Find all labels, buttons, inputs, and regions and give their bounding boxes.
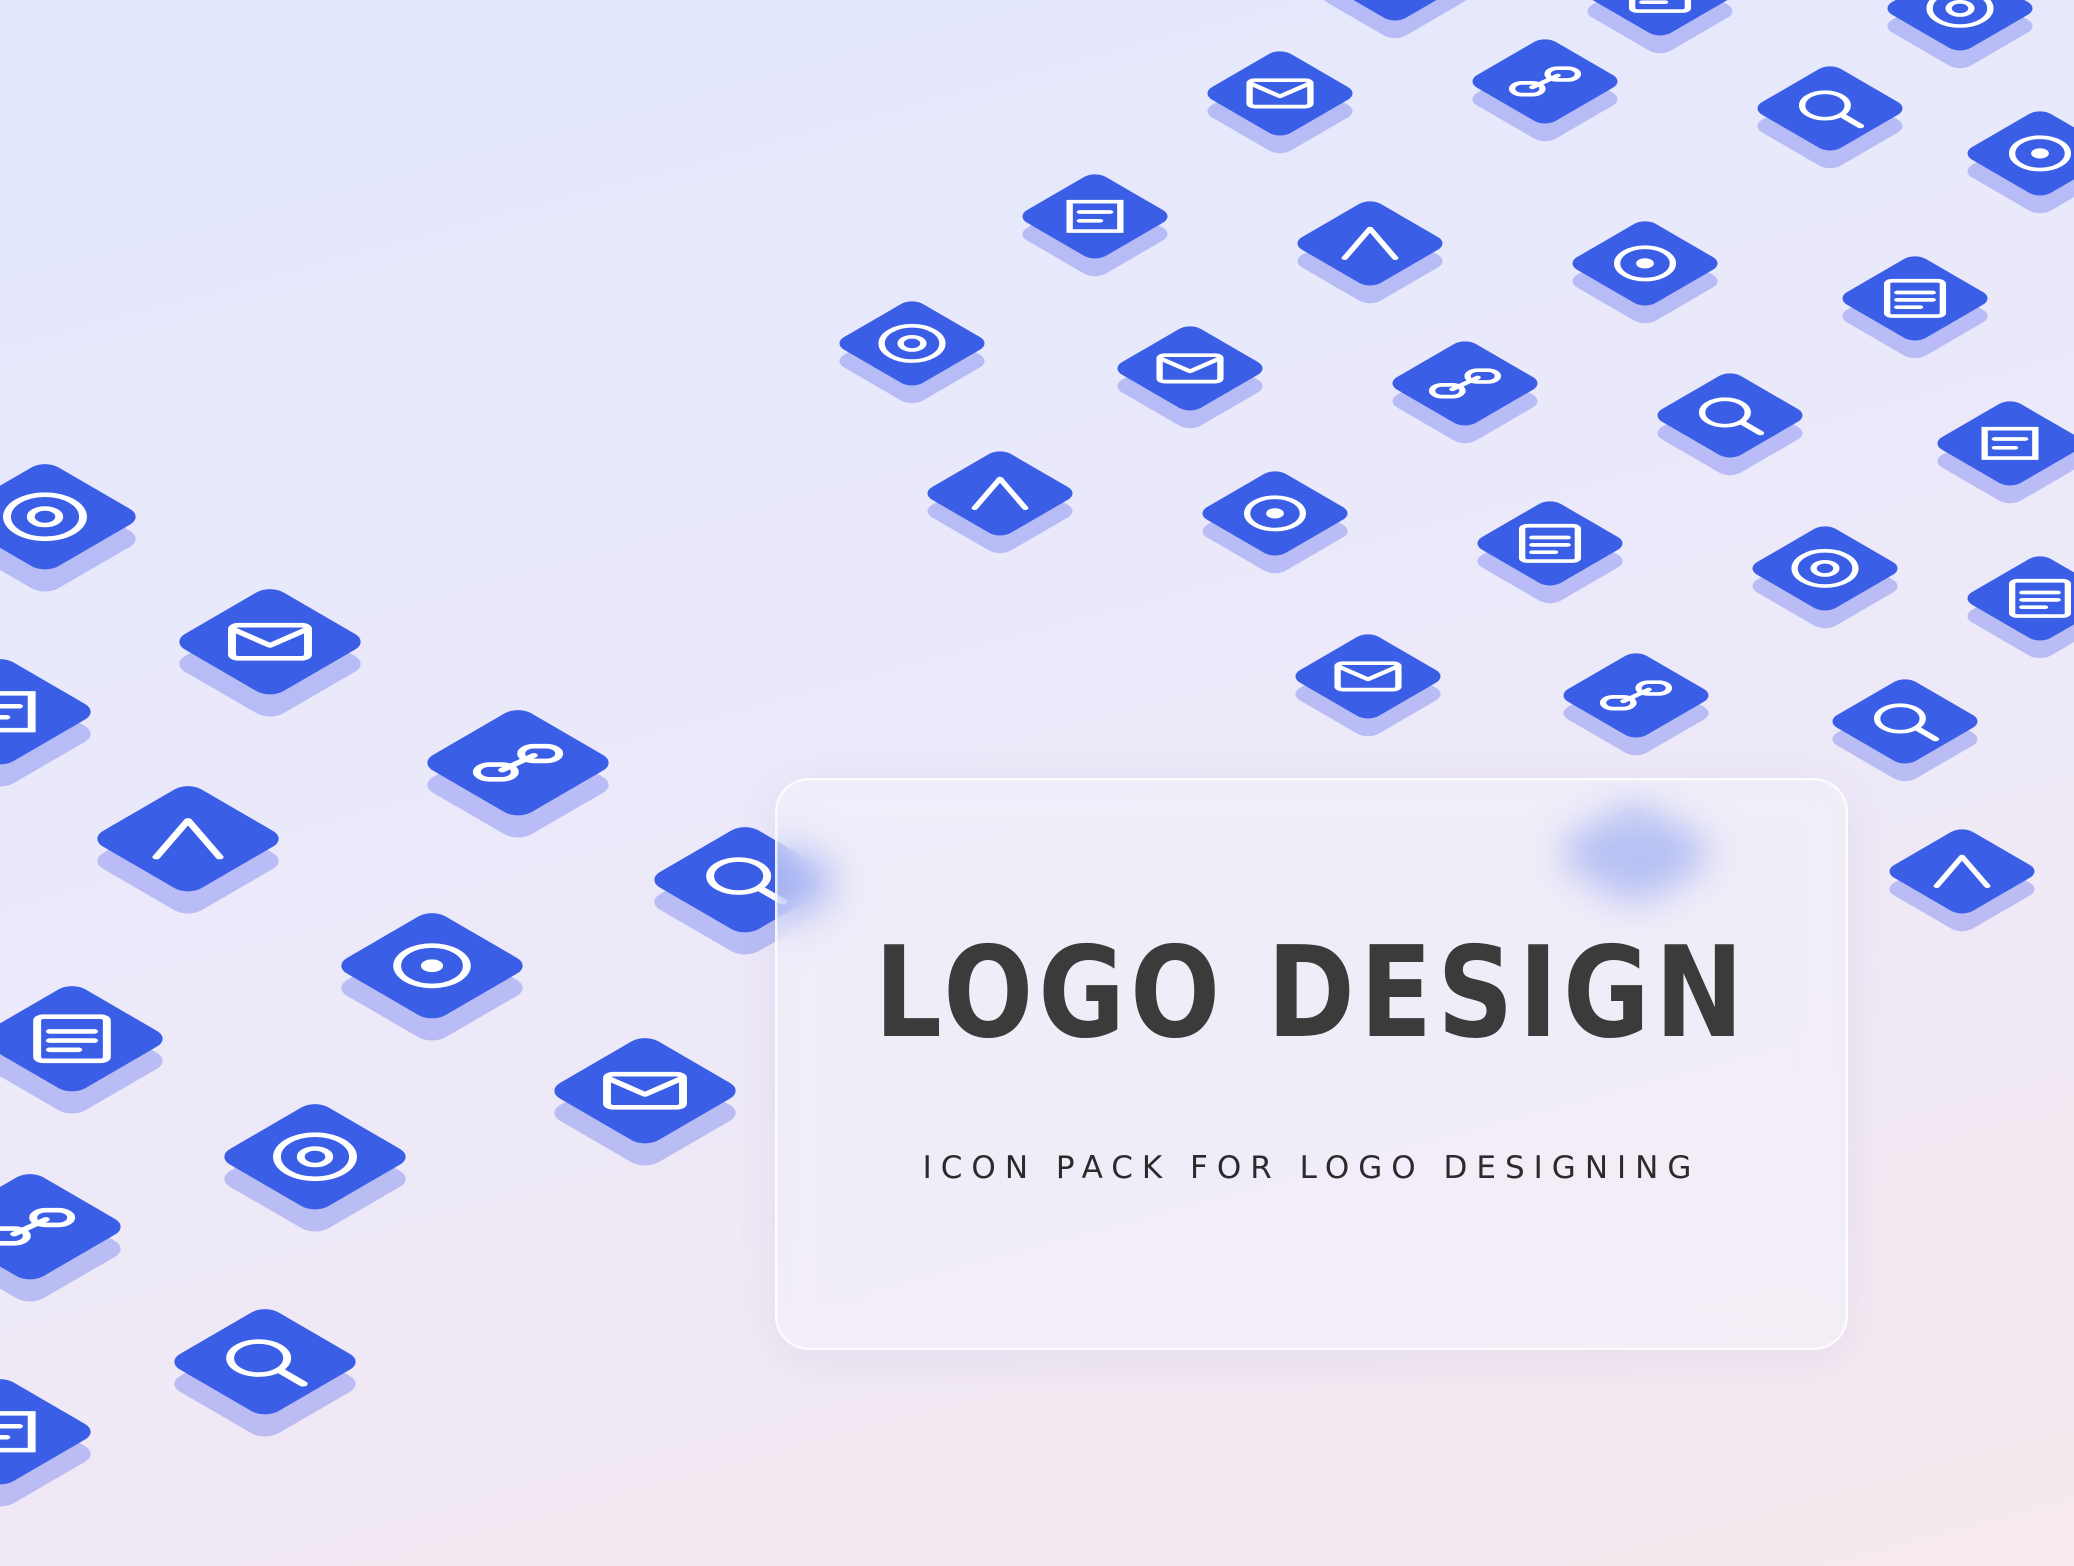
user-direction-icon [1937,401,2074,504]
document-edit-icon [0,1379,91,1507]
team-network-icon [1967,556,2074,659]
call-sync-icon [1832,679,1978,782]
email-edit-icon [927,451,1073,554]
message-box-icon [179,589,361,717]
support-agent-icon [1842,256,1988,359]
document-icon [1022,174,1168,277]
download-inbox-icon [0,464,136,592]
contact-card-icon [427,710,609,838]
email-check-icon [1207,51,1353,154]
message-chat-icon [1889,829,2035,932]
phone-sync-icon [554,1038,736,1166]
add-contact-icon [1657,373,1803,476]
robot-icon [1202,471,1348,574]
title-card: LOGO DESIGN ICON PACK FOR LOGO DESIGNING [775,778,1848,1350]
chat-bubble-icon [839,301,985,404]
document-stack-icon [0,1174,121,1302]
list-upload-icon [224,1104,406,1232]
page-title: LOGO DESIGN [874,919,1749,1066]
chat-dots-icon [0,659,91,787]
email-send-icon [1295,634,1441,737]
page-subtitle: ICON PACK FOR LOGO DESIGNING [922,1150,1701,1186]
chain-link-icon [1472,39,1618,142]
form-submit-icon [1752,526,1898,629]
user-circle-icon [1117,326,1263,429]
handshake-icon [341,913,523,1041]
add-circle-icon [1967,111,2074,214]
link-icon [174,1309,356,1437]
world-mail-icon [1392,341,1538,444]
at-symbol-icon [0,986,163,1114]
search-flash-icon [1757,66,1903,169]
signature-icon [1477,501,1623,604]
newsletter-icon [1572,221,1718,324]
email-forward-icon [97,786,279,914]
